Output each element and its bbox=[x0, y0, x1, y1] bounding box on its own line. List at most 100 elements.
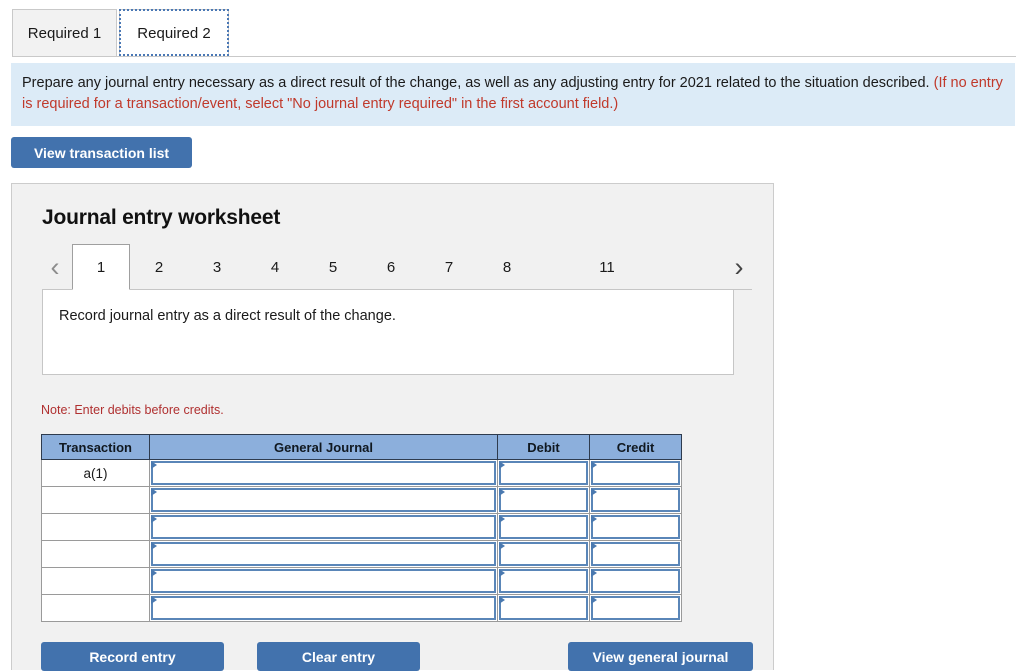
pagination-page-2[interactable]: 2 bbox=[130, 244, 188, 290]
cell-credit-5[interactable] bbox=[589, 567, 682, 595]
dropdown-caret-icon bbox=[591, 488, 597, 496]
pagination-page-11-label: 11 bbox=[599, 258, 615, 276]
cell-transaction-3 bbox=[41, 513, 150, 541]
dropdown-caret-icon bbox=[499, 542, 505, 550]
dropdown-caret-icon bbox=[151, 515, 157, 523]
debit-input-2[interactable] bbox=[499, 488, 588, 512]
dropdown-caret-icon bbox=[151, 461, 157, 469]
pager-next-glyph: › bbox=[734, 251, 744, 282]
worksheet-title: Journal entry worksheet bbox=[42, 206, 281, 229]
general-journal-input-1[interactable] bbox=[151, 461, 496, 485]
pagination-page-4-label: 4 bbox=[270, 258, 280, 276]
column-header-debit: Debit bbox=[497, 434, 590, 460]
column-header-credit: Credit bbox=[589, 434, 682, 460]
general-journal-input-3[interactable] bbox=[151, 515, 496, 539]
dropdown-caret-icon bbox=[591, 596, 597, 604]
tab-required-1[interactable]: Required 1 bbox=[12, 9, 117, 56]
cell-debit-6[interactable] bbox=[497, 594, 590, 622]
dropdown-caret-icon bbox=[499, 596, 505, 604]
credit-input-4[interactable] bbox=[591, 542, 680, 566]
dropdown-caret-icon bbox=[591, 461, 597, 469]
cell-general-journal-4[interactable] bbox=[149, 540, 498, 568]
debits-before-credits-note: Note: Enter debits before credits. bbox=[41, 403, 224, 417]
cell-transaction-1: a(1) bbox=[41, 459, 150, 487]
cell-general-journal-6[interactable] bbox=[149, 594, 498, 622]
entry-description-box: Record journal entry as a direct result … bbox=[42, 289, 734, 375]
cell-transaction-6 bbox=[41, 594, 150, 622]
table-row bbox=[41, 567, 682, 595]
pagination-page-6-label: 6 bbox=[386, 258, 396, 276]
cell-general-journal-5[interactable] bbox=[149, 567, 498, 595]
view-transaction-list-label: View transaction list bbox=[33, 144, 170, 161]
credit-input-5[interactable] bbox=[591, 569, 680, 593]
cell-general-journal-3[interactable] bbox=[149, 513, 498, 541]
pagination-page-3-label: 3 bbox=[212, 258, 222, 276]
pagination-page-11[interactable]: 11 bbox=[578, 244, 636, 290]
required-tab-bar: Required 1 Required 2 bbox=[0, 0, 1024, 57]
pager-prev-glyph: ‹ bbox=[50, 251, 60, 282]
cell-transaction-2 bbox=[41, 486, 150, 514]
journal-entry-worksheet-panel: Journal entry worksheet ‹ › 1 2 3 4 5 6 … bbox=[11, 183, 774, 671]
pagination-page-8[interactable]: 8 bbox=[478, 244, 536, 290]
cell-credit-6[interactable] bbox=[589, 594, 682, 622]
general-journal-input-5[interactable] bbox=[151, 569, 496, 593]
general-journal-input-4[interactable] bbox=[151, 542, 496, 566]
pagination-page-7-label: 7 bbox=[444, 258, 454, 276]
debit-input-4[interactable] bbox=[499, 542, 588, 566]
general-journal-input-2[interactable] bbox=[151, 488, 496, 512]
clear-entry-button[interactable]: Clear entry bbox=[257, 642, 420, 671]
journal-entry-table: Transaction General Journal Debit Credit… bbox=[41, 434, 682, 622]
instructions-main-text: Prepare any journal entry necessary as a… bbox=[22, 75, 930, 91]
cell-debit-3[interactable] bbox=[497, 513, 590, 541]
cell-transaction-5 bbox=[41, 567, 150, 595]
pagination-page-4[interactable]: 4 bbox=[246, 244, 304, 290]
pagination-page-1-label: 1 bbox=[96, 258, 106, 276]
cell-credit-2[interactable] bbox=[589, 486, 682, 514]
cell-debit-5[interactable] bbox=[497, 567, 590, 595]
cell-transaction-4 bbox=[41, 540, 150, 568]
pagination-page-7[interactable]: 7 bbox=[420, 244, 478, 290]
view-transaction-list-button[interactable]: View transaction list bbox=[11, 137, 192, 168]
chevron-right-icon[interactable]: › bbox=[726, 248, 752, 286]
record-entry-button[interactable]: Record entry bbox=[41, 642, 224, 671]
cell-debit-4[interactable] bbox=[497, 540, 590, 568]
debit-input-3[interactable] bbox=[499, 515, 588, 539]
pagination-page-8-label: 8 bbox=[502, 258, 512, 276]
pagination-page-5[interactable]: 5 bbox=[304, 244, 362, 290]
tab-required-1-label: Required 1 bbox=[27, 24, 102, 42]
chevron-left-icon[interactable]: ‹ bbox=[42, 248, 68, 286]
credit-input-6[interactable] bbox=[591, 596, 680, 620]
column-header-transaction: Transaction bbox=[41, 434, 150, 460]
pagination-page-1[interactable]: 1 bbox=[72, 244, 130, 290]
cell-general-journal-1[interactable] bbox=[149, 459, 498, 487]
tab-required-2[interactable]: Required 2 bbox=[119, 9, 229, 56]
tab-required-2-label: Required 2 bbox=[137, 24, 211, 42]
table-row: a(1) bbox=[41, 459, 682, 487]
clear-entry-label: Clear entry bbox=[301, 648, 376, 665]
credit-input-1[interactable] bbox=[591, 461, 680, 485]
general-journal-input-6[interactable] bbox=[151, 596, 496, 620]
cell-debit-2[interactable] bbox=[497, 486, 590, 514]
view-general-journal-button[interactable]: View general journal bbox=[568, 642, 753, 671]
pagination-page-6[interactable]: 6 bbox=[362, 244, 420, 290]
column-header-general-journal: General Journal bbox=[149, 434, 498, 460]
debit-input-5[interactable] bbox=[499, 569, 588, 593]
dropdown-caret-icon bbox=[499, 488, 505, 496]
credit-input-2[interactable] bbox=[591, 488, 680, 512]
table-row bbox=[41, 594, 682, 622]
dropdown-caret-icon bbox=[591, 542, 597, 550]
dropdown-caret-icon bbox=[151, 542, 157, 550]
cell-credit-3[interactable] bbox=[589, 513, 682, 541]
pagination-page-3[interactable]: 3 bbox=[188, 244, 246, 290]
cell-debit-1[interactable] bbox=[497, 459, 590, 487]
dropdown-caret-icon bbox=[499, 569, 505, 577]
cell-general-journal-2[interactable] bbox=[149, 486, 498, 514]
debit-input-1[interactable] bbox=[499, 461, 588, 485]
credit-input-3[interactable] bbox=[591, 515, 680, 539]
debit-input-6[interactable] bbox=[499, 596, 588, 620]
dropdown-caret-icon bbox=[591, 569, 597, 577]
dropdown-caret-icon bbox=[151, 488, 157, 496]
cell-credit-1[interactable] bbox=[589, 459, 682, 487]
cell-credit-4[interactable] bbox=[589, 540, 682, 568]
table-header-row: Transaction General Journal Debit Credit bbox=[41, 434, 682, 460]
